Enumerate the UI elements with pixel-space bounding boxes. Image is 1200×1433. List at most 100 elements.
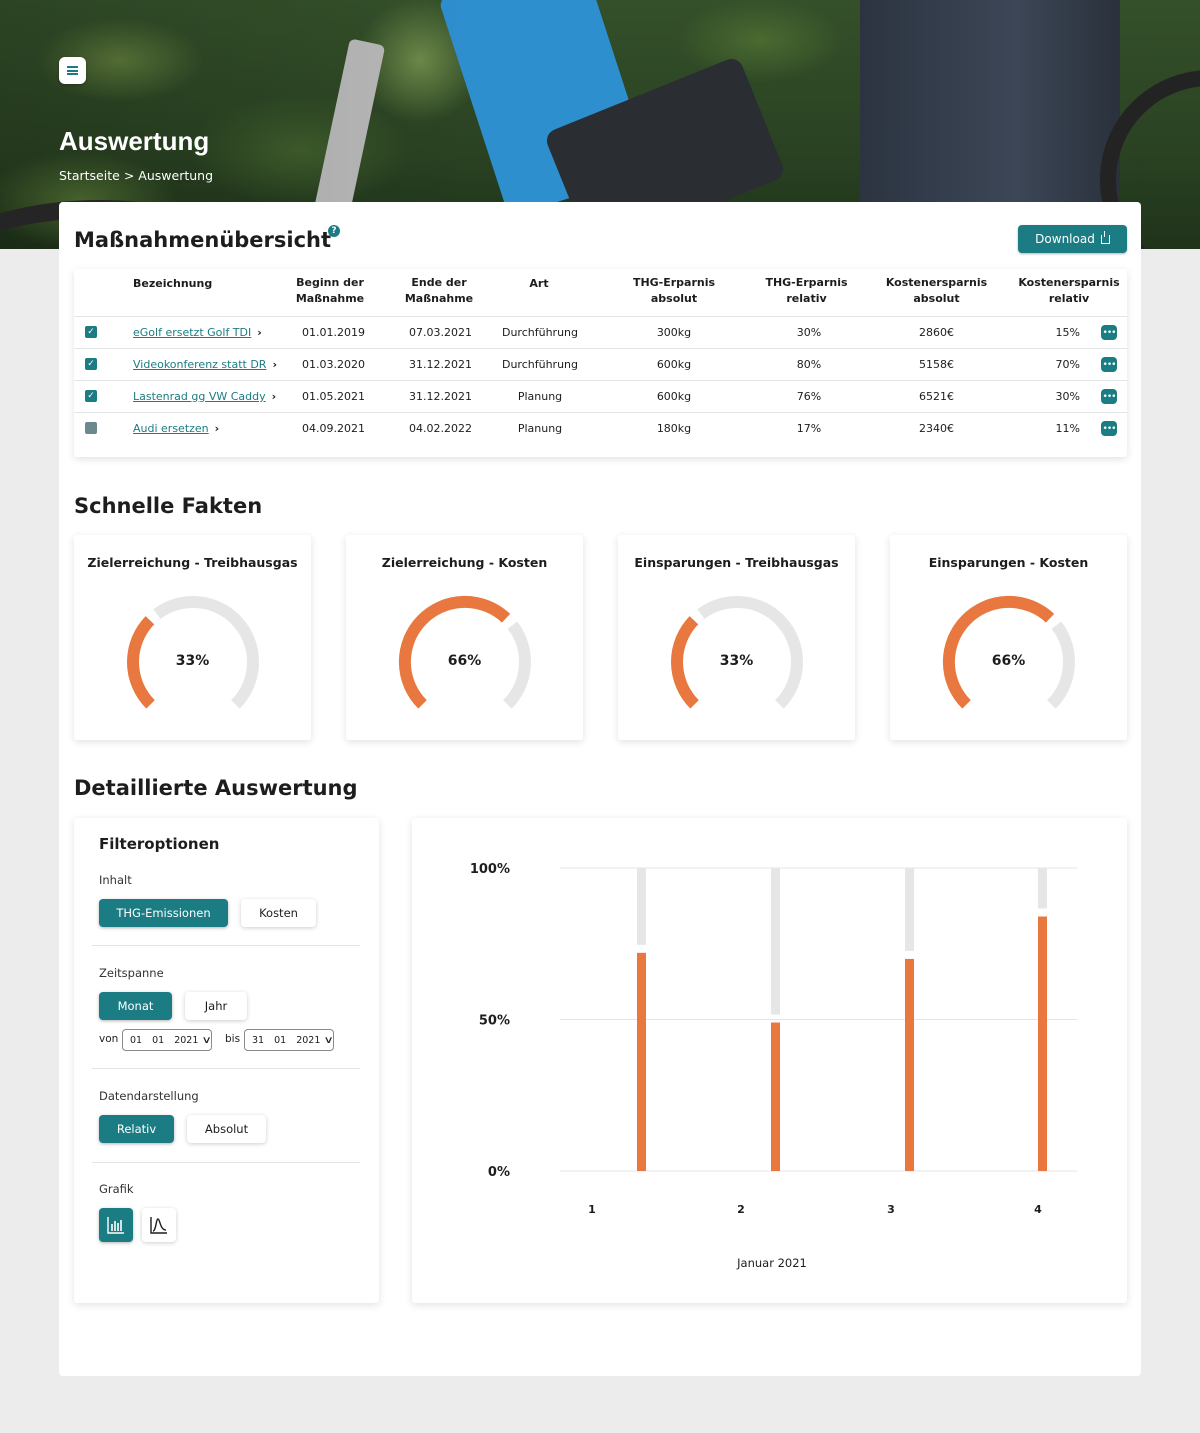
cell-cost-abs: 2860€ bbox=[919, 326, 954, 339]
chevron-right-icon[interactable]: › bbox=[272, 390, 277, 403]
y-tick-label: 0% bbox=[488, 1165, 510, 1180]
y-tick-label: 50% bbox=[479, 1014, 510, 1029]
cell-type: Planung bbox=[517, 422, 563, 435]
row-checkbox[interactable]: ✓ bbox=[85, 326, 97, 338]
cell-cost-rel: 30% bbox=[1055, 390, 1080, 403]
display-label: Datendarstellung bbox=[99, 1089, 199, 1103]
fact-card: Einsparungen - Kosten 66% bbox=[890, 535, 1127, 740]
table-row: ✓ Lastenrad gg VW Caddy › 01.05.2021 31.1… bbox=[74, 380, 1127, 412]
x-axis-label: Januar 2021 bbox=[736, 1256, 807, 1270]
col-header-start: Beginn der Maßnahme bbox=[295, 276, 365, 305]
download-label: Download bbox=[1035, 232, 1095, 246]
cell-cost-abs: 6521€ bbox=[919, 390, 954, 403]
row-checkbox[interactable] bbox=[85, 422, 97, 434]
bar bbox=[637, 952, 646, 1171]
filter-panel: Filteroptionen Inhalt THG-Emissionen Kos… bbox=[74, 818, 379, 1303]
row-checkbox[interactable]: ✓ bbox=[85, 358, 97, 370]
y-tick-label: 100% bbox=[470, 862, 510, 877]
cell-thg-abs: 180kg bbox=[656, 422, 692, 435]
fact-card: Zielerreichung - Kosten 66% bbox=[346, 535, 583, 740]
measure-link[interactable]: Videokonferenz statt DR bbox=[133, 358, 266, 371]
cell-start: 04.09.2021 bbox=[302, 422, 365, 435]
col-header-name: Bezeichnung bbox=[133, 277, 213, 290]
content-label: Inhalt bbox=[99, 873, 132, 887]
cell-type: Durchführung bbox=[501, 326, 578, 339]
cell-cost-rel: 15% bbox=[1055, 326, 1080, 339]
to-date-select[interactable]: 31 01 2021 ∨ bbox=[244, 1029, 334, 1051]
menu-button[interactable] bbox=[59, 57, 86, 84]
col-header-cost-rel: Kostenersparnis relativ bbox=[1018, 276, 1120, 305]
breadcrumb: Startseite > Auswertung bbox=[59, 168, 213, 183]
cell-end: 31.12.2021 bbox=[409, 390, 472, 403]
x-tick-label: 1 bbox=[588, 1203, 596, 1216]
cell-thg-rel: 80% bbox=[796, 358, 822, 371]
toggle-kosten[interactable]: Kosten bbox=[241, 899, 316, 927]
cell-end: 31.12.2021 bbox=[409, 358, 472, 371]
bar-chart-button[interactable] bbox=[99, 1208, 133, 1242]
row-checkbox[interactable]: ✓ bbox=[85, 390, 97, 402]
cell-cost-rel: 11% bbox=[1055, 422, 1080, 435]
cell-thg-rel: 30% bbox=[796, 326, 822, 339]
cell-thg-abs: 300kg bbox=[656, 326, 692, 339]
breadcrumb-home[interactable]: Startseite bbox=[59, 168, 120, 183]
more-options-icon[interactable]: ••• bbox=[1101, 389, 1117, 404]
chevron-down-icon: ∨ bbox=[323, 1034, 335, 1046]
fact-value: 33% bbox=[719, 653, 754, 669]
bar bbox=[905, 958, 914, 1171]
measure-link[interactable]: eGolf ersetzt Golf TDI bbox=[133, 326, 251, 339]
bar-remainder bbox=[1038, 868, 1047, 909]
breadcrumb-separator: > bbox=[123, 168, 135, 183]
cell-cost-abs: 5158€ bbox=[919, 358, 954, 371]
cell-type: Planung bbox=[517, 390, 563, 403]
graphic-label: Grafik bbox=[99, 1182, 134, 1196]
more-options-icon[interactable]: ••• bbox=[1101, 325, 1117, 340]
x-tick-label: 3 bbox=[887, 1203, 895, 1216]
toggle-jahr[interactable]: Jahr bbox=[185, 992, 247, 1020]
breadcrumb-current: Auswertung bbox=[138, 168, 214, 183]
bar-remainder bbox=[637, 868, 646, 945]
fact-title: Zielerreichung - Kosten bbox=[381, 555, 548, 570]
toggle-absolut[interactable]: Absolut bbox=[187, 1115, 266, 1143]
help-icon[interactable]: ? bbox=[328, 225, 340, 237]
cell-start: 01.03.2020 bbox=[302, 358, 365, 371]
fact-title: Zielerreichung - Treibhausgas bbox=[87, 555, 298, 570]
page-title: Auswertung bbox=[59, 126, 210, 156]
bar-remainder bbox=[771, 868, 780, 1015]
chart-panel: 0% 50% 100% 1 2 3 4 Januar 2021 bbox=[412, 818, 1127, 1303]
detail-title: Detaillierte Auswertung bbox=[74, 776, 358, 800]
cell-start: 01.05.2021 bbox=[302, 390, 365, 403]
col-header-cost-abs: Kostenersparnis absolut bbox=[885, 276, 988, 305]
table-row: Audi ersetzen › 04.09.2021 04.02.2022 Pla… bbox=[74, 412, 1127, 444]
toggle-relativ[interactable]: Relativ bbox=[99, 1115, 174, 1143]
cell-cost-rel: 70% bbox=[1055, 358, 1080, 371]
toggle-thg-emissionen[interactable]: THG-Emissionen bbox=[99, 899, 228, 927]
table-row: ✓ eGolf ersetzt Golf TDI › 01.01.2019 07.… bbox=[74, 316, 1127, 348]
table-row: ✓ Videokonferenz statt DR › 01.03.2020 31… bbox=[74, 348, 1127, 380]
more-options-icon[interactable]: ••• bbox=[1101, 421, 1117, 436]
toggle-monat[interactable]: Monat bbox=[99, 992, 172, 1020]
from-date-select[interactable]: 01 01 2021 ∨ bbox=[122, 1029, 212, 1051]
facts-title: Schnelle Fakten bbox=[74, 494, 263, 518]
chevron-right-icon[interactable]: › bbox=[272, 358, 277, 371]
fact-title: Einsparungen - Treibhausgas bbox=[634, 555, 839, 570]
bar-remainder bbox=[905, 868, 914, 951]
cell-thg-abs: 600kg bbox=[656, 358, 692, 371]
col-header-type: Art bbox=[529, 277, 549, 290]
cell-thg-rel: 76% bbox=[796, 390, 822, 403]
download-icon bbox=[1100, 230, 1110, 244]
measure-link[interactable]: Lastenrad gg VW Caddy bbox=[133, 390, 266, 403]
chevron-right-icon[interactable]: › bbox=[257, 326, 262, 339]
line-chart-button[interactable] bbox=[142, 1208, 176, 1242]
measure-link[interactable]: Audi ersetzen bbox=[133, 422, 209, 435]
filter-title: Filteroptionen bbox=[99, 835, 220, 853]
bar-chart-icon bbox=[107, 1217, 124, 1234]
fact-card: Zielerreichung - Treibhausgas 33% bbox=[74, 535, 311, 740]
from-label: von bbox=[99, 1033, 119, 1045]
download-button[interactable]: Download bbox=[1018, 225, 1127, 253]
cell-type: Durchführung bbox=[501, 358, 578, 371]
x-tick-label: 2 bbox=[737, 1203, 745, 1216]
more-options-icon[interactable]: ••• bbox=[1101, 357, 1117, 372]
col-header-thg-abs: THG-Erparnis absolut bbox=[632, 276, 716, 305]
bar bbox=[771, 1022, 780, 1171]
chevron-right-icon[interactable]: › bbox=[215, 422, 220, 435]
